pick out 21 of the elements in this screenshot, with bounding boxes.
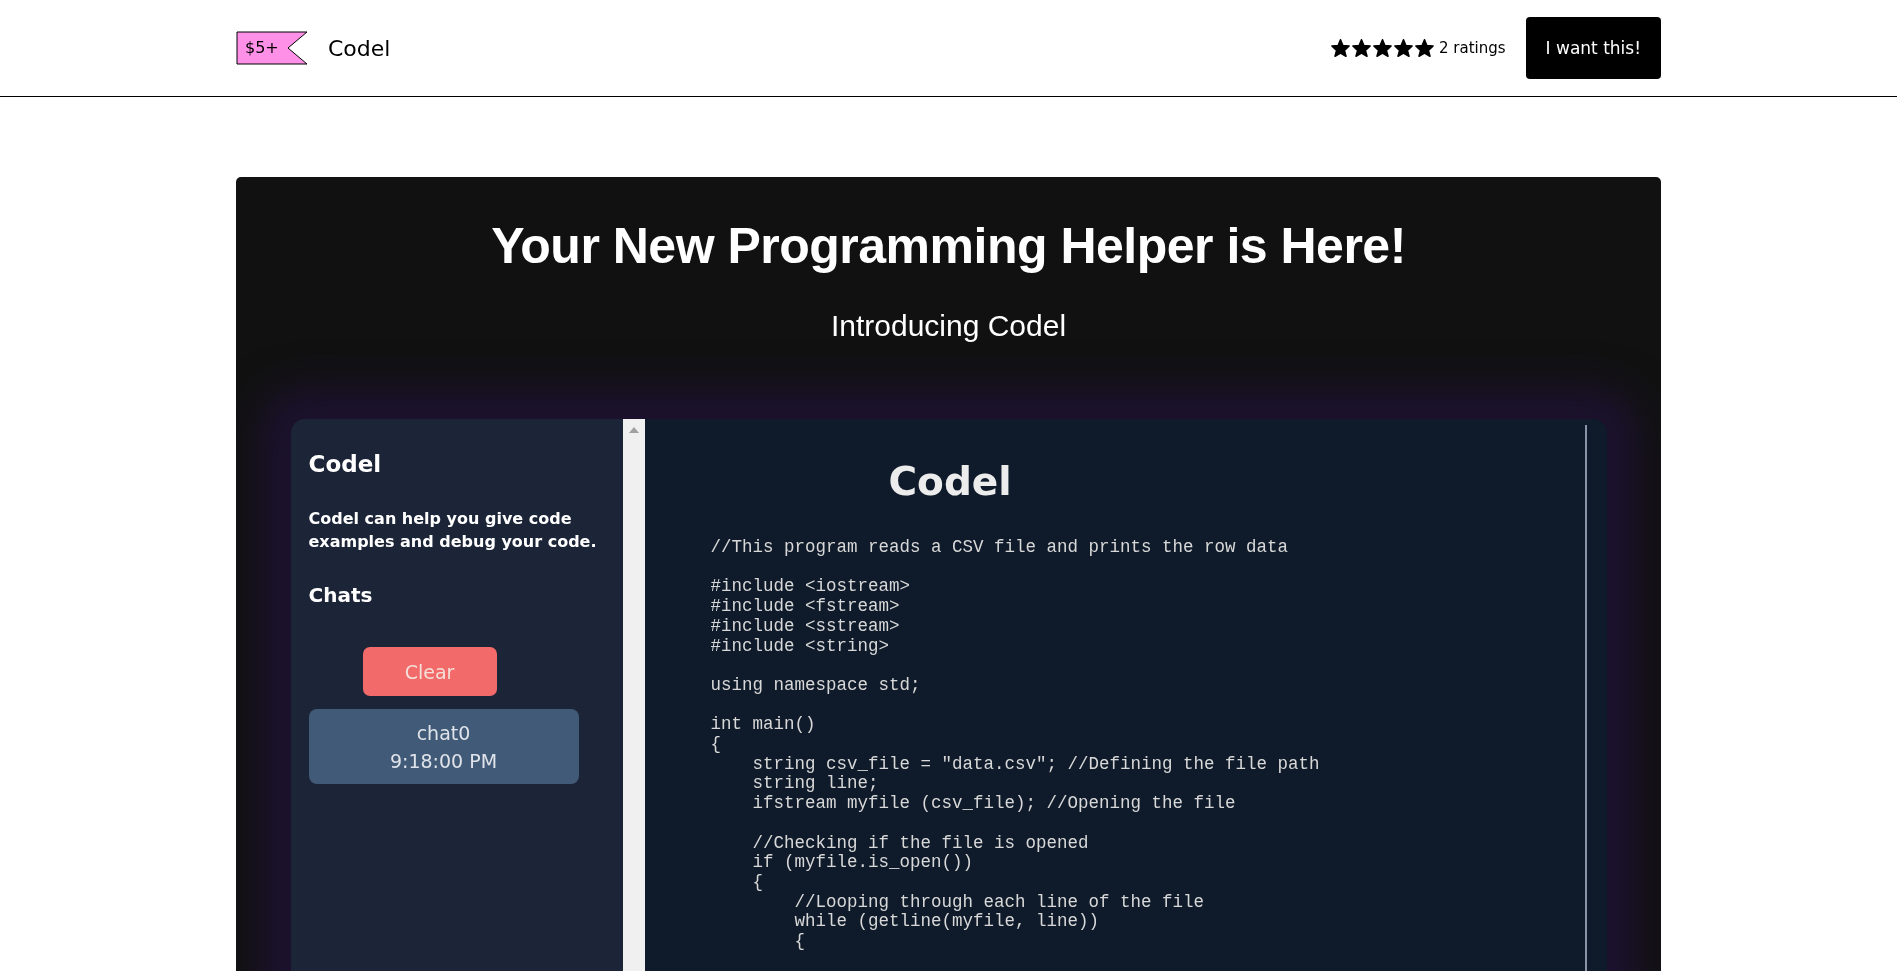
star-icon	[1331, 39, 1350, 57]
hero-title: Your New Programming Helper is Here!	[491, 217, 1406, 275]
star-icon	[1352, 39, 1371, 57]
price-label: $5+	[245, 38, 279, 57]
sidebar-title: Codel	[308, 451, 382, 477]
buy-button[interactable]: I want this!	[1525, 17, 1661, 79]
code-text: //This program reads a CSV file and prints the row data #include <iostream> #include <fstream> #include <sstream> #include <string> using namespace std; int main() { string csv_file = "data.csv"; //Defining the file path string line; ifstream myfile (csv_file); //Opening the file //Checking if the file is opened if (myfile.is_open()) { //Looping through each line of the file while (getline(myfile, line)) {	[710, 538, 1321, 952]
star-icon	[1394, 39, 1413, 57]
ratings-count: 2 ratings	[1439, 39, 1506, 57]
chat-name: chat0	[416, 720, 471, 746]
panel-title: Codel	[888, 459, 1013, 504]
chat-time: 9:18:00 PM	[389, 748, 498, 774]
star-icon	[1415, 39, 1434, 57]
chats-heading: Chats	[308, 583, 373, 607]
price-tag	[236, 31, 308, 65]
star-icon	[1373, 39, 1392, 57]
sidebar-description: Codel can help you give code examples and debug your code.	[308, 508, 598, 553]
chat-item[interactable]: chat0 9:18:00 PM	[308, 709, 579, 784]
scrollbar[interactable]	[622, 419, 645, 971]
hero-subtitle: Introducing Codel	[830, 309, 1067, 343]
product-name: Codel	[328, 35, 391, 61]
